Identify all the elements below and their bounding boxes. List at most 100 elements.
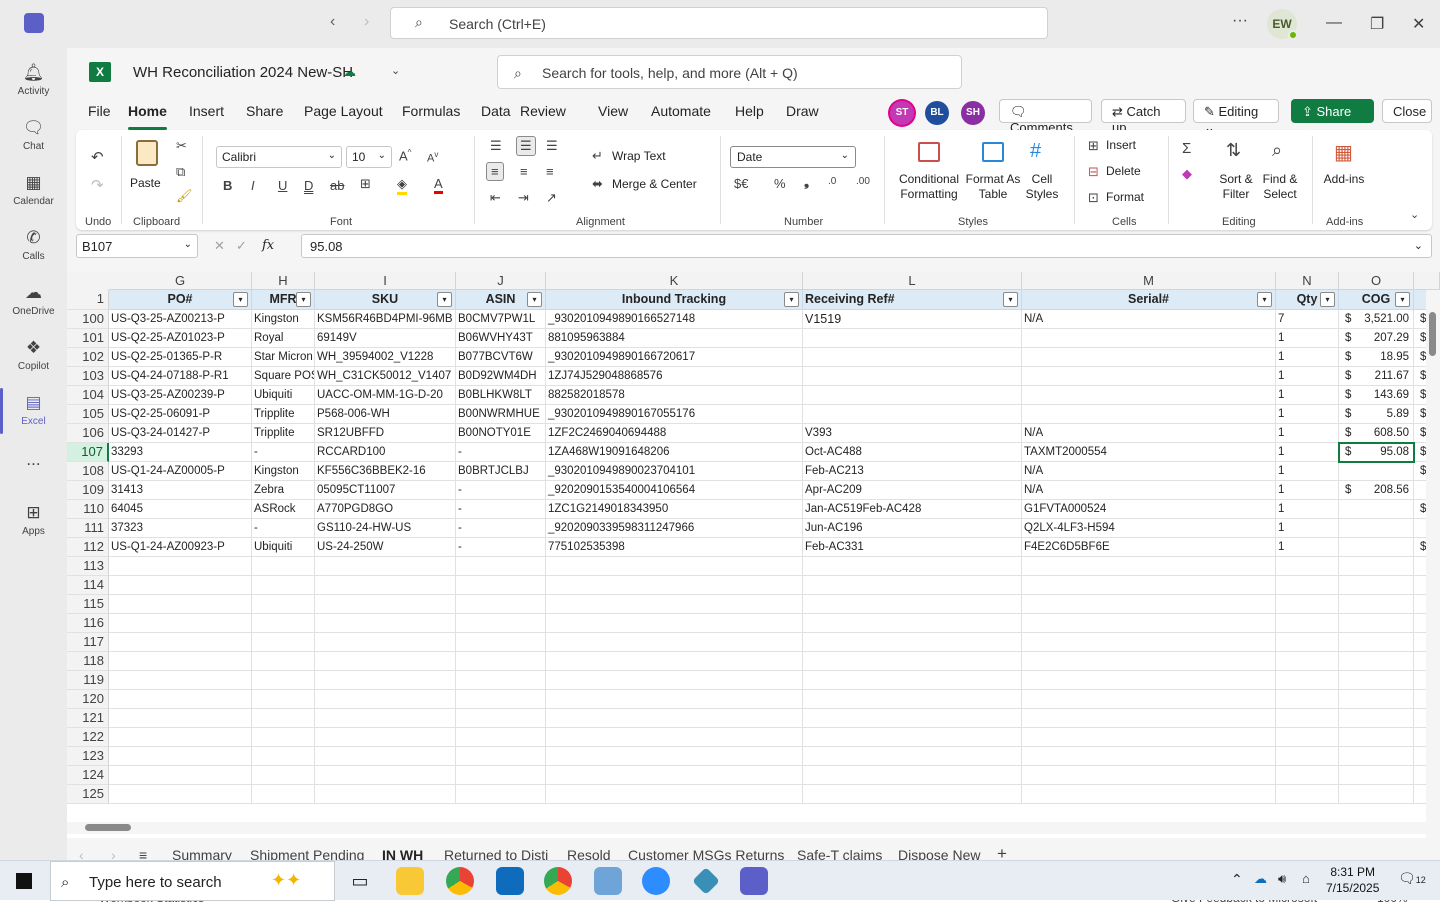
table-cell[interactable] bbox=[546, 557, 803, 576]
wrap-text-icon[interactable]: ↵ bbox=[592, 148, 603, 164]
align-middle-icon[interactable]: ☰ bbox=[516, 136, 536, 156]
table-cell[interactable] bbox=[803, 671, 1022, 690]
table-cell[interactable]: US-Q4-24-07188-P-R1 bbox=[109, 367, 252, 386]
table-cell[interactable]: Feb-AC213 bbox=[803, 462, 1022, 481]
format-cells-button[interactable]: Format bbox=[1106, 190, 1144, 205]
comma-style-icon[interactable]: ❟ bbox=[804, 174, 809, 190]
table-cell[interactable]: B0CMV7PW1L bbox=[456, 310, 546, 329]
table-cell[interactable]: 1ZA468W19091648206 bbox=[546, 443, 803, 462]
command-search-box[interactable]: ⌕ Search for tools, help, and more (Alt … bbox=[497, 55, 962, 89]
table-cell[interactable] bbox=[546, 633, 803, 652]
table-cell[interactable]: SR12UBFFD bbox=[315, 424, 456, 443]
tab-review[interactable]: Review bbox=[520, 103, 566, 119]
task-view-icon[interactable]: ▭ bbox=[346, 867, 374, 895]
table-cell[interactable] bbox=[109, 652, 252, 671]
table-cell[interactable] bbox=[315, 633, 456, 652]
table-cell[interactable]: _9202090339598311247966 bbox=[546, 519, 803, 538]
table-cell[interactable]: UACC-OM-MM-1G-D-20 bbox=[315, 386, 456, 405]
taskbar-search-box[interactable]: ⌕ Type here to search ✦✦ bbox=[50, 861, 335, 901]
table-cell[interactable]: Tripplite bbox=[252, 405, 315, 424]
rail-item-apps[interactable]: ⊞ Apps bbox=[0, 494, 67, 549]
table-cell[interactable] bbox=[315, 671, 456, 690]
table-cell[interactable]: Ubiquiti bbox=[252, 538, 315, 557]
table-cell[interactable] bbox=[1022, 386, 1276, 405]
row-header[interactable]: 118 bbox=[67, 652, 109, 671]
table-cell[interactable]: $211.67 bbox=[1339, 367, 1414, 386]
table-cell[interactable] bbox=[456, 557, 546, 576]
table-cell[interactable]: ASRock bbox=[252, 500, 315, 519]
row-header[interactable]: 113 bbox=[67, 557, 109, 576]
table-cell[interactable] bbox=[1276, 709, 1339, 728]
row-header[interactable]: 103 bbox=[67, 367, 109, 386]
undo-icon[interactable]: ↶ bbox=[91, 148, 104, 166]
delete-cells-icon[interactable]: ⊟ bbox=[1088, 164, 1099, 180]
table-cell[interactable] bbox=[109, 690, 252, 709]
table-cell[interactable]: B06WVHY43T bbox=[456, 329, 546, 348]
table-cell[interactable] bbox=[315, 614, 456, 633]
column-header-h[interactable]: H bbox=[252, 272, 315, 290]
table-cell[interactable] bbox=[315, 576, 456, 595]
table-cell[interactable]: _9302010949890023704101 bbox=[546, 462, 803, 481]
table-cell[interactable]: $3,521.00 bbox=[1339, 310, 1414, 329]
horizontal-scrollbar-track[interactable] bbox=[67, 822, 1426, 834]
row-header[interactable]: 115 bbox=[67, 595, 109, 614]
tab-home[interactable]: Home bbox=[128, 103, 167, 130]
table-cell[interactable] bbox=[546, 576, 803, 595]
table-cell[interactable]: Jan-AC519Feb-AC428 bbox=[803, 500, 1022, 519]
increase-decimal-icon[interactable]: .0 bbox=[828, 176, 836, 187]
table-cell[interactable]: 1 bbox=[1276, 500, 1339, 519]
table-cell[interactable] bbox=[803, 557, 1022, 576]
table-cell[interactable]: US-Q2-25-AZ01023-P bbox=[109, 329, 252, 348]
tab-file[interactable]: File bbox=[88, 103, 111, 119]
add-ins-button[interactable]: Add-ins bbox=[1321, 172, 1367, 187]
insert-cells-button[interactable]: Insert bbox=[1106, 138, 1136, 153]
back-arrow-icon[interactable]: ‹ bbox=[330, 13, 335, 31]
table-cell[interactable] bbox=[803, 405, 1022, 424]
select-all-corner[interactable] bbox=[67, 272, 109, 290]
table-cell[interactable] bbox=[1339, 462, 1414, 481]
row-header[interactable]: 105 bbox=[67, 405, 109, 424]
table-cell[interactable] bbox=[109, 671, 252, 690]
borders-icon[interactable]: ⊞ bbox=[360, 176, 371, 192]
italic-icon[interactable]: I bbox=[251, 178, 255, 193]
worksheet-grid[interactable]: G H I J K L M N O 1 PO# ▾ MFR ▾ SKU ▾ ASIN ▾ Inbound Track… bbox=[67, 272, 1440, 838]
table-cell[interactable]: - bbox=[456, 519, 546, 538]
table-cell[interactable] bbox=[1339, 709, 1414, 728]
table-cell[interactable] bbox=[252, 652, 315, 671]
table-cell[interactable]: US-Q3-25-AZ00213-P bbox=[109, 310, 252, 329]
column-header-k[interactable]: K bbox=[546, 272, 803, 290]
font-color-icon[interactable]: A bbox=[434, 176, 443, 194]
row-header[interactable]: 107 bbox=[67, 443, 109, 462]
table-cell[interactable] bbox=[252, 766, 315, 785]
table-cell[interactable] bbox=[456, 766, 546, 785]
table-cell[interactable] bbox=[1276, 690, 1339, 709]
table-cell[interactable] bbox=[803, 633, 1022, 652]
table-cell[interactable] bbox=[252, 709, 315, 728]
table-cell[interactable] bbox=[546, 671, 803, 690]
table-cell[interactable]: Jun-AC196 bbox=[803, 519, 1022, 538]
table-cell[interactable]: US-Q1-24-AZ00005-P bbox=[109, 462, 252, 481]
table-cell[interactable] bbox=[1022, 576, 1276, 595]
conditional-formatting-button[interactable]: Conditional Formatting bbox=[892, 172, 966, 202]
table-cell[interactable]: US-Q2-25-06091-P bbox=[109, 405, 252, 424]
filter-dropdown-icon[interactable]: ▾ bbox=[527, 292, 542, 307]
table-cell[interactable]: P568-006-WH bbox=[315, 405, 456, 424]
table-cell[interactable]: 1 bbox=[1276, 443, 1339, 462]
table-cell[interactable] bbox=[1276, 747, 1339, 766]
table-cell[interactable] bbox=[1022, 747, 1276, 766]
align-bottom-icon[interactable]: ☰ bbox=[546, 138, 558, 154]
table-cell[interactable]: _9302010949890166720617 bbox=[546, 348, 803, 367]
table-cell[interactable] bbox=[252, 595, 315, 614]
table-cell[interactable] bbox=[1022, 785, 1276, 804]
column-header-j[interactable]: J bbox=[456, 272, 546, 290]
row-header[interactable]: 109 bbox=[67, 481, 109, 500]
teams-search-box[interactable]: ⌕ Search (Ctrl+E) bbox=[390, 7, 1048, 39]
restore-icon[interactable]: ❐ bbox=[1370, 14, 1384, 34]
tab-insert[interactable]: Insert bbox=[189, 103, 224, 119]
table-cell[interactable]: Apr-AC209 bbox=[803, 481, 1022, 500]
editing-mode-button[interactable]: ✎ Editing ⌄ bbox=[1193, 99, 1279, 135]
table-cell[interactable]: 1 bbox=[1276, 348, 1339, 367]
teams-logo-icon[interactable] bbox=[24, 13, 44, 33]
table-cell[interactable]: - bbox=[456, 443, 546, 462]
table-cell[interactable]: - bbox=[252, 443, 315, 462]
